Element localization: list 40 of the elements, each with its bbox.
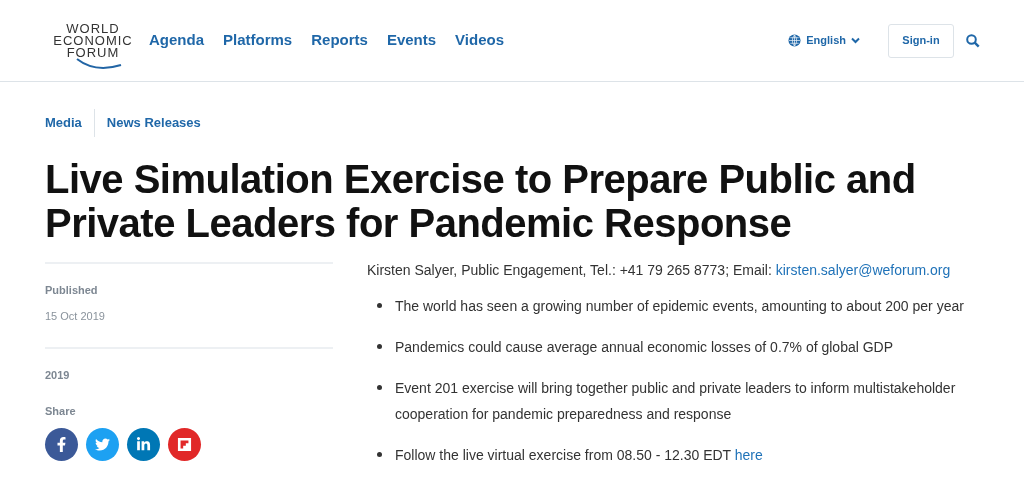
bullet-text: The world has seen a growing number of epidemic events, amounting to about 200 per year (395, 296, 965, 316)
published-date: 15 Oct 2019 (45, 309, 106, 324)
bullet-icon (377, 384, 382, 390)
bullet-text: Event 201 exercise will bring together public and private leaders to inform multistakeholder cooperation for pandemic preparedness and response (395, 378, 957, 424)
email-link[interactable]: kirsten.salyer@weforum.org (775, 261, 951, 278)
chevron-down-icon (851, 37, 860, 44)
nav-link[interactable]: Platforms (223, 29, 293, 52)
language-selector[interactable]: English (788, 32, 860, 49)
logo-text: ECONOMIC (53, 34, 133, 47)
year-label: 2019 (45, 367, 71, 383)
breadcrumb-link[interactable]: News Releases (93, 109, 201, 137)
bird-icon (95, 436, 110, 452)
nav-link[interactable]: Agenda (149, 29, 204, 52)
bullet-icon (377, 302, 382, 308)
breadcrumb-link[interactable]: Media (45, 109, 94, 137)
share-label: Share (45, 404, 77, 419)
share-button[interactable] (86, 427, 119, 461)
logo-text: WORLD (66, 22, 120, 35)
nav-link[interactable]: Reports (311, 29, 368, 52)
bullet-icon (377, 343, 382, 349)
share-button[interactable] (45, 427, 78, 461)
bullet-icon (377, 451, 382, 457)
published-label: Published (45, 282, 99, 298)
here-link[interactable]: here (734, 446, 763, 463)
nav-link[interactable]: Events (386, 29, 437, 52)
letters-in-icon (136, 436, 151, 452)
sign-in-button[interactable]: Sign-in (888, 23, 954, 58)
share-button[interactable] (127, 427, 160, 461)
arc-icon (75, 56, 123, 71)
article-title: Live Simulation Exercise to Prepare Public and Private Leaders for Pandemic Response (44, 156, 917, 245)
search-icon[interactable] (966, 33, 980, 48)
flipboard-icon (177, 436, 192, 452)
logo-text: FORUM (66, 46, 120, 59)
bullet-text: Follow the live virtual exercise from 08.50 - 12.30 EDT here (395, 445, 764, 465)
nav-link[interactable]: Videos (455, 29, 504, 52)
bullet-text: Pandemics could cause average annual economic losses of 0.7% of global GDP (395, 337, 895, 357)
globe-icon (788, 34, 802, 47)
contact-text: Kirsten Salyer, Public Engagement, Tel.: +41 79 265 8773; Email: kirsten.salyer@weforum.org (367, 260, 952, 280)
share-button[interactable] (168, 427, 201, 461)
letter-f-icon (54, 436, 69, 452)
